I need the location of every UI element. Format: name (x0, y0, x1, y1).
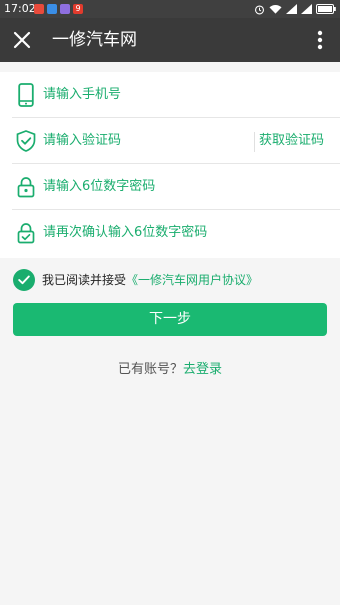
login-link[interactable]: 去登录 (183, 362, 222, 377)
agreement-checkbox[interactable] (13, 269, 35, 291)
divider (254, 132, 255, 152)
agreement-label: 我已阅读并接受 (42, 273, 127, 287)
notification-app-icon (60, 4, 70, 14)
phone-row: 请输入手机号 (0, 72, 340, 118)
agreement-text: 我已阅读并接受《一修汽车网用户协议》 (42, 266, 258, 294)
registration-form: 请输入手机号 请输入验证码 获取验证码 请输入6位数字密码 请再次确认输入6位数… (0, 72, 340, 258)
login-prompt: 已有账号？去登录 (0, 360, 340, 380)
notification-app-icon (34, 4, 44, 14)
password-row: 请输入6位数字密码 (0, 164, 340, 210)
status-system-icons (254, 2, 336, 16)
agreement-row: 我已阅读并接受《一修汽车网用户协议》 (0, 266, 340, 294)
confirm-password-input[interactable]: 请再次确认输入6位数字密码 (43, 210, 207, 256)
notification-app-icon (47, 4, 57, 14)
password-input[interactable]: 请输入6位数字密码 (43, 164, 155, 210)
user-agreement-link[interactable]: 《一修汽车网用户协议》 (126, 273, 258, 287)
more-vertical-icon (317, 30, 323, 50)
get-code-button[interactable]: 获取验证码 (259, 118, 324, 164)
notification-app-icon: 9 (73, 4, 83, 14)
page-title: 一修汽车网 (52, 30, 137, 50)
check-icon (18, 275, 30, 285)
phone-icon (14, 83, 38, 107)
verification-code-input[interactable]: 请输入验证码 (43, 118, 121, 164)
shield-check-icon (14, 129, 38, 153)
code-row: 请输入验证码 获取验证码 (0, 118, 340, 164)
app-bar: 一修汽车网 (0, 18, 340, 62)
more-options-button[interactable] (306, 26, 334, 54)
lock-icon (14, 175, 38, 199)
wifi-icon (269, 4, 282, 14)
status-bar: 17:02 9 (0, 0, 340, 18)
close-button[interactable] (8, 26, 36, 54)
login-prompt-text: 已有账号？ (117, 362, 183, 377)
battery-icon (316, 4, 336, 14)
status-time: 17:02 (4, 2, 36, 15)
alarm-icon (255, 4, 264, 14)
signal-icon (301, 4, 312, 14)
next-button[interactable]: 下一步 (13, 303, 327, 336)
close-icon (13, 31, 31, 49)
lock-check-icon (14, 221, 38, 245)
signal-icon (286, 4, 297, 14)
phone-input[interactable]: 请输入手机号 (43, 72, 121, 118)
confirm-password-row: 请再次确认输入6位数字密码 (0, 210, 340, 256)
